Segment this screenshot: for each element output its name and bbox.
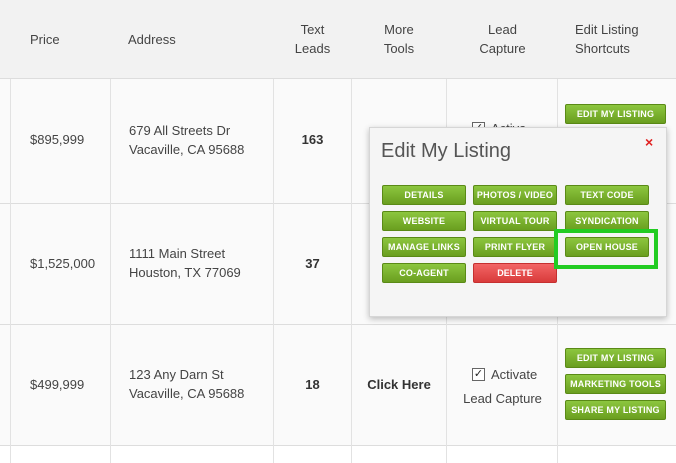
shortcuts-header-line1: Edit Listing	[575, 22, 639, 37]
text-leads-count: 163	[301, 132, 324, 147]
column-header-address: Address	[128, 0, 176, 78]
column-header-price: Price	[30, 0, 60, 78]
address-line1: 679 All Streets Dr	[129, 123, 231, 138]
lead-capture-label: Lead Capture	[463, 391, 542, 406]
address-line1: 1111 Main Street	[129, 246, 226, 261]
column-header-shortcuts: Edit Listing Shortcuts	[575, 0, 639, 78]
website-button[interactable]: WEBSITE	[382, 211, 466, 231]
address-line2: Vacaville, CA 95688	[129, 386, 245, 401]
share-my-listing-button[interactable]: SHARE MY LISTING	[565, 400, 666, 420]
delete-button[interactable]: DELETE	[473, 263, 557, 283]
column-header-lead-capture: Lead Capture	[447, 0, 558, 78]
column-divider	[10, 79, 11, 463]
more-tools-header-line2: Tools	[383, 41, 415, 56]
price-value: $499,999	[30, 377, 85, 392]
address-line2: Houston, TX 77069	[129, 265, 241, 280]
virtual-tour-button[interactable]: VIRTUAL TOUR	[473, 211, 557, 231]
column-header-text-leads: Text Leads	[274, 0, 351, 78]
more-tools-link[interactable]: Click Here	[352, 375, 446, 395]
more-tools-header-line1: More	[384, 22, 414, 37]
text-leads-header-line2: Leads	[294, 41, 331, 56]
lead-capture-header-line1: Lead	[488, 22, 517, 37]
co-agent-button[interactable]: CO-AGENT	[382, 263, 466, 283]
text-leads-header-line1: Text	[300, 22, 325, 37]
popup-title: Edit My Listing	[381, 140, 512, 162]
close-icon[interactable]: ×	[645, 134, 653, 150]
marketing-tools-button[interactable]: MARKETING TOOLS	[565, 374, 666, 394]
details-button[interactable]: DETAILS	[382, 185, 466, 205]
text-code-button[interactable]: TEXT CODE	[565, 185, 649, 205]
column-header-more-tools: More Tools	[352, 0, 446, 78]
syndication-button[interactable]: SYNDICATION	[565, 211, 649, 231]
address-line2: Vacaville, CA 95688	[129, 142, 245, 157]
open-house-highlight	[554, 229, 658, 269]
edit-my-listing-button[interactable]: EDIT MY LISTING	[565, 104, 666, 124]
activate-checkbox[interactable]: ✓	[472, 368, 485, 381]
manage-links-button[interactable]: MANAGE LINKS	[382, 237, 466, 257]
text-leads-count: 18	[305, 377, 320, 392]
price-header-label: Price	[30, 31, 60, 47]
photos-video-button[interactable]: PHOTOS / VIDEO	[473, 185, 557, 205]
column-divider	[351, 79, 352, 463]
price-value: $1,525,000	[30, 256, 96, 271]
lead-capture-header-line2: Capture	[479, 41, 526, 56]
address-header-label: Address	[128, 31, 176, 47]
activate-label: Activate	[491, 367, 538, 382]
address-line1: 123 Any Darn St	[129, 367, 224, 382]
print-flyer-button[interactable]: PRINT FLYER	[473, 237, 557, 257]
column-divider	[110, 79, 111, 463]
table-header: Price Address Text Leads More Tools Lead Ca…	[0, 0, 676, 79]
price-value: $895,999	[30, 132, 85, 147]
shortcuts-header-line2: Shortcuts	[575, 41, 630, 56]
text-leads-count: 37	[305, 256, 320, 271]
edit-my-listing-button[interactable]: EDIT MY LISTING	[565, 348, 666, 368]
